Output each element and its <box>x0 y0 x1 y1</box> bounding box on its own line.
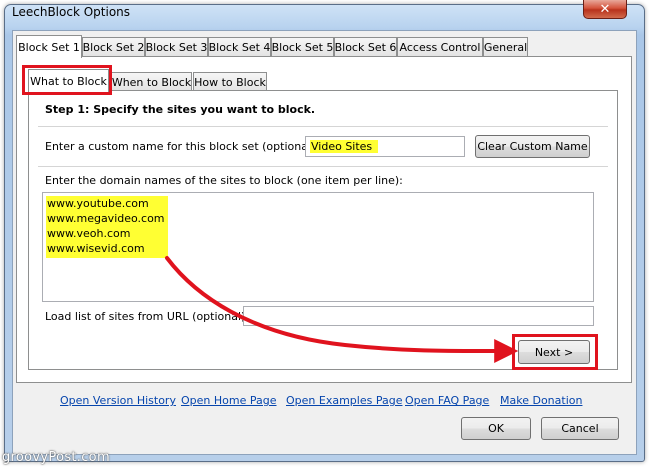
annotation-arrow <box>165 256 519 364</box>
watermark: groovyPost.com <box>2 450 110 465</box>
